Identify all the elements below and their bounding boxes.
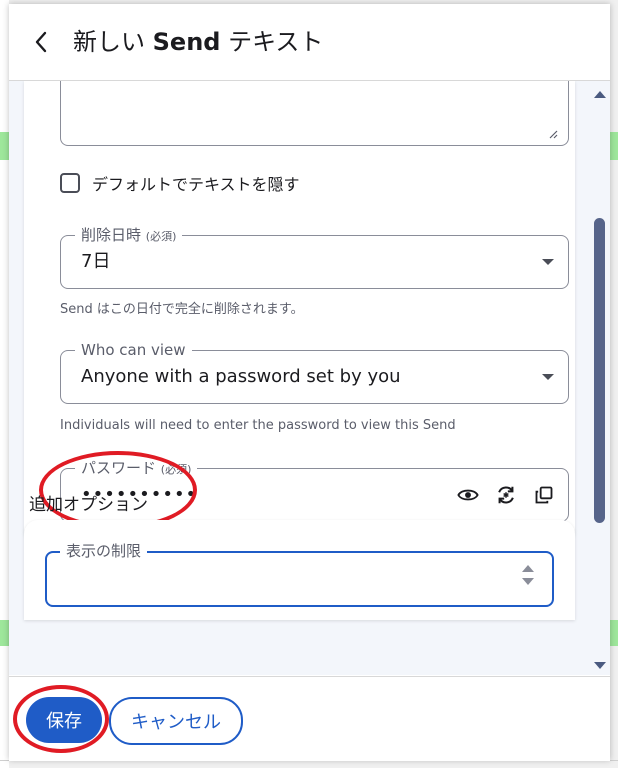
view-limit-stepper[interactable]: [522, 565, 534, 585]
hide-text-checkbox[interactable]: [60, 173, 80, 193]
background-left-strip: [0, 0, 9, 768]
dialog-footer: 保存 キャンセル: [9, 676, 610, 761]
background-green-mark: [0, 132, 9, 160]
hide-text-label: デフォルトでテキストを隠す: [92, 175, 300, 194]
scroll-thumb[interactable]: [594, 218, 605, 523]
content-scrollbar[interactable]: [589, 81, 610, 675]
send-dialog: 新しい Send テキスト デフォルトでテキストを隠す 削除日時 (必須) 7日: [9, 4, 610, 761]
caret-down-icon: [542, 374, 554, 380]
password-label-text: パスワード: [81, 459, 157, 477]
eye-icon[interactable]: [456, 483, 480, 507]
scroll-down-icon[interactable]: [594, 662, 606, 669]
scroll-up-icon[interactable]: [594, 91, 606, 98]
additional-options-heading: 追加オプション: [29, 495, 148, 515]
background-green-mark: [0, 620, 9, 646]
view-limit-input[interactable]: 表示の制限: [45, 541, 554, 607]
who-can-view-select[interactable]: Who can view Anyone with a password set …: [60, 340, 569, 404]
required-tag: (必須): [145, 230, 177, 243]
save-button[interactable]: 保存: [26, 697, 102, 743]
send-text-textarea[interactable]: [60, 81, 569, 146]
password-actions: [456, 483, 556, 507]
deletion-date-hint: Send はこの日付で完全に削除されます。: [60, 302, 304, 317]
background-green-mark: [610, 132, 618, 160]
caret-down-icon: [542, 259, 554, 265]
dialog-content: デフォルトでテキストを隠す 削除日時 (必須) 7日 Send はこの日付で完全…: [9, 81, 610, 675]
deletion-date-label-text: 削除日時: [81, 226, 142, 244]
copy-icon[interactable]: [532, 483, 556, 507]
view-limit-label: 表示の制限: [60, 541, 148, 561]
regenerate-icon[interactable]: [494, 483, 518, 507]
deletion-date-value: 7日: [81, 251, 111, 272]
title-suffix: テキスト: [220, 28, 324, 56]
required-tag: (必須): [160, 463, 192, 476]
who-can-view-hint: Individuals will need to enter the passw…: [60, 418, 456, 433]
cancel-button[interactable]: キャンセル: [109, 697, 243, 745]
deletion-date-label: 削除日時 (必須): [75, 225, 183, 247]
back-button[interactable]: [27, 28, 55, 56]
hide-text-option[interactable]: デフォルトでテキストを隠す: [60, 171, 300, 195]
who-can-view-label: Who can view: [75, 340, 192, 360]
send-details-card: デフォルトでテキストを隠す 削除日時 (必須) 7日 Send はこの日付で完全…: [24, 81, 575, 543]
stepper-down-icon[interactable]: [522, 578, 534, 585]
background-green-mark: [610, 620, 618, 646]
dialog-header: 新しい Send テキスト: [9, 4, 610, 81]
chevron-left-icon: [35, 31, 47, 53]
who-can-view-value: Anyone with a password set by you: [81, 366, 401, 387]
stepper-up-icon[interactable]: [522, 565, 534, 572]
deletion-date-select[interactable]: 削除日時 (必須) 7日: [60, 225, 569, 289]
title-bold: Send: [152, 28, 221, 56]
resize-handle-icon[interactable]: [548, 129, 558, 139]
dialog-title: 新しい Send テキスト: [73, 26, 323, 58]
title-prefix: 新しい: [73, 28, 153, 56]
password-label: パスワード (必須): [75, 458, 198, 480]
